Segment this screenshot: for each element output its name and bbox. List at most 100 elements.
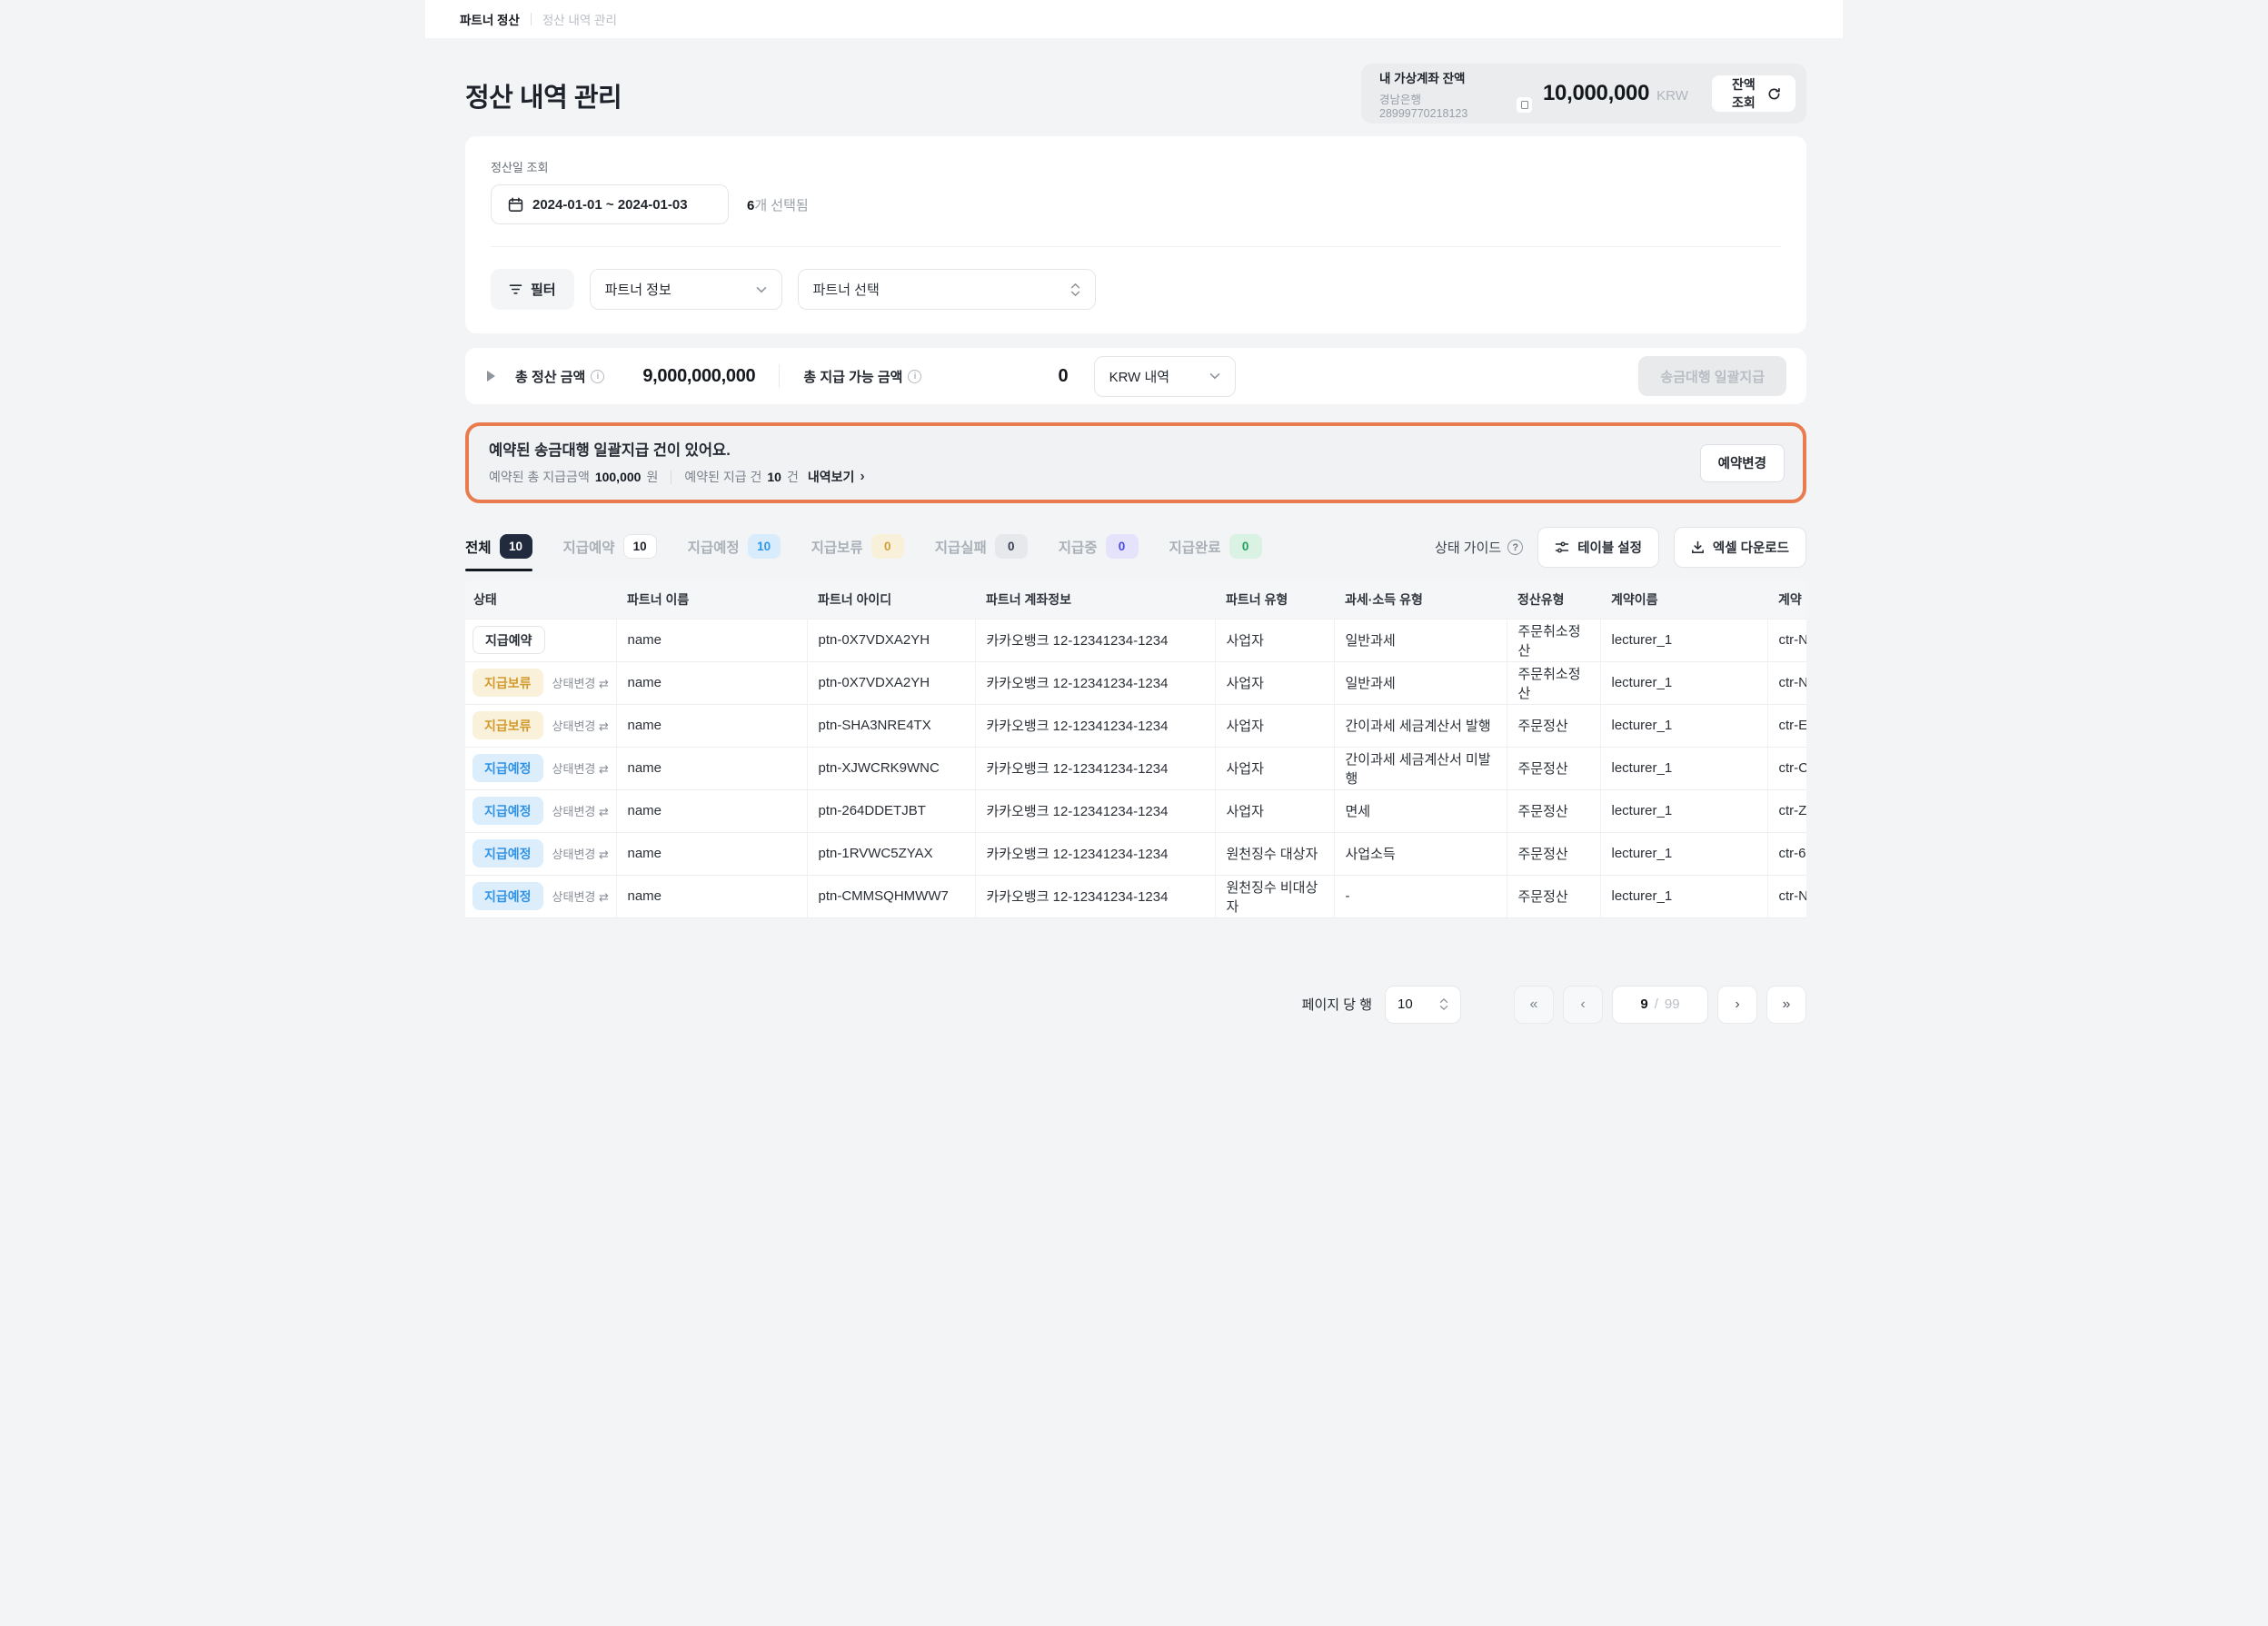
settle-type-cell: 주문정산	[1507, 747, 1600, 789]
settlement-date-label: 정산일 조회	[491, 158, 1781, 175]
current-page: 9	[1640, 996, 1647, 1012]
contract-id-cell: ctr-N	[1767, 661, 1806, 704]
tab-count-badge: 0	[1106, 534, 1139, 559]
tab-count-badge: 0	[1229, 534, 1262, 559]
partner-select-dropdown[interactable]: 파트너 선택	[798, 269, 1096, 310]
partner-id-cell: ptn-CMMSQHMWW7	[807, 875, 975, 917]
col-contract-name: 계약이름	[1600, 580, 1767, 619]
pagination: 페이지 당 행 10 « ‹ 9 / 99 › »	[465, 986, 1806, 1024]
settle-type-cell: 주문취소정산	[1507, 661, 1600, 704]
partner-name-cell: name	[616, 789, 807, 832]
top-bar: 파트너 정산 정산 내역 관리	[425, 0, 1843, 38]
total-pages: 99	[1665, 996, 1680, 1012]
table-settings-button[interactable]: 테이블 설정	[1537, 527, 1659, 568]
breadcrumb-section[interactable]: 파트너 정산	[460, 10, 520, 28]
partner-id-cell: ptn-264DDETJBT	[807, 789, 975, 832]
partner-name-cell: name	[616, 704, 807, 747]
currency-history-dropdown[interactable]: KRW 내역	[1094, 356, 1236, 397]
settlement-table: 상태 파트너 이름 파트너 아이디 파트너 계좌정보 파트너 유형 과세·소득 …	[465, 580, 1806, 918]
prev-page-button[interactable]: ‹	[1563, 986, 1603, 1024]
reserved-count-unit: 건	[787, 468, 799, 486]
reserved-amount-label: 예약된 총 지급금액	[489, 468, 590, 486]
download-icon	[1691, 540, 1705, 554]
status-change-link[interactable]: 상태변경 ⇄	[552, 802, 609, 819]
tab-payment-scheduled[interactable]: 지급예정 10	[688, 534, 781, 571]
status-change-link[interactable]: 상태변경 ⇄	[552, 845, 609, 862]
contract-id-cell: ctr-C	[1767, 747, 1806, 789]
bulk-transfer-button[interactable]: 송금대행 일괄지급	[1638, 356, 1786, 396]
tab-payment-in-progress[interactable]: 지급중 0	[1059, 534, 1139, 571]
filter-button[interactable]: 필터	[491, 269, 574, 310]
account-cell: 카카오뱅크 12-12341234-1234	[975, 832, 1215, 875]
settle-type-cell: 주문정산	[1507, 704, 1600, 747]
tab-payment-complete[interactable]: 지급완료 0	[1169, 534, 1262, 571]
partner-name-cell: name	[616, 619, 807, 661]
col-tax-type: 과세·소득 유형	[1334, 580, 1507, 619]
chevron-updown-icon	[1070, 283, 1080, 297]
status-badge: 지급예정	[472, 754, 543, 782]
tab-payment-hold[interactable]: 지급보류 0	[811, 534, 904, 571]
table-row: 지급예약 name ptn-0X7VDXA2YH 카카오뱅크 12-123412…	[465, 619, 1806, 661]
partner-name-cell: name	[616, 661, 807, 704]
partner-id-cell: ptn-SHA3NRE4TX	[807, 704, 975, 747]
status-change-link[interactable]: 상태변경 ⇄	[552, 759, 609, 777]
partner-id-cell: ptn-0X7VDXA2YH	[807, 619, 975, 661]
view-details-link[interactable]: 내역보기›	[808, 468, 865, 486]
reserved-amount-unit: 원	[646, 468, 658, 486]
contract-name-cell: lecturer_1	[1600, 747, 1767, 789]
swap-icon: ⇄	[599, 805, 609, 818]
tax-type-cell: 일반과세	[1334, 661, 1507, 704]
chevron-right-icon: ›	[860, 469, 864, 485]
chevron-down-icon	[1209, 372, 1220, 380]
partner-type-cell: 원천징수 비대상자	[1215, 875, 1334, 917]
contract-id-cell: ctr-Z	[1767, 789, 1806, 832]
excel-download-button[interactable]: 엑셀 다운로드	[1674, 527, 1806, 568]
tax-type-cell: -	[1334, 875, 1507, 917]
balance-check-button[interactable]: 잔액조회	[1712, 75, 1796, 112]
account-cell: 카카오뱅크 12-12341234-1234	[975, 789, 1215, 832]
last-page-button[interactable]: »	[1766, 986, 1806, 1024]
selected-count: 6개 선택됨	[747, 195, 809, 214]
partner-name-cell: name	[616, 747, 807, 789]
status-change-link[interactable]: 상태변경 ⇄	[552, 674, 609, 691]
table-controls: 상태 가이드 ? 테이블 설정 엑셀 다운로드	[1435, 527, 1806, 579]
contract-id-cell: ctr-N	[1767, 875, 1806, 917]
balance-label: 내 가상계좌 잔액	[1379, 68, 1532, 86]
col-partner-id: 파트너 아이디	[807, 580, 975, 619]
status-badge: 지급예정	[472, 797, 543, 825]
balance-bank-account: 경남은행 28999770218123	[1379, 90, 1512, 120]
partner-type-cell: 사업자	[1215, 661, 1334, 704]
tax-type-cell: 간이과세 세금계산서 발행	[1334, 704, 1507, 747]
copy-icon[interactable]	[1517, 97, 1532, 113]
first-page-button[interactable]: «	[1514, 986, 1554, 1024]
partner-info-dropdown[interactable]: 파트너 정보	[590, 269, 782, 310]
expand-caret-icon[interactable]	[487, 371, 495, 382]
tab-count-badge: 10	[500, 534, 532, 559]
col-contract-id: 계약	[1767, 580, 1806, 619]
rows-per-page-select[interactable]: 10	[1385, 986, 1461, 1024]
filter-card: 정산일 조회 2024-01-01 ~ 2024-01-03 6개 선택됨	[465, 136, 1806, 333]
total-settlement-value: 9,000,000,000	[642, 366, 755, 387]
tax-type-cell: 사업소득	[1334, 832, 1507, 875]
tab-all[interactable]: 전체 10	[465, 534, 532, 571]
filter-icon	[509, 283, 522, 295]
info-icon[interactable]: i	[591, 370, 604, 383]
next-page-button[interactable]: ›	[1717, 986, 1757, 1024]
partner-type-cell: 사업자	[1215, 619, 1334, 661]
date-range-picker[interactable]: 2024-01-01 ~ 2024-01-03	[491, 184, 729, 224]
status-badge: 지급예정	[472, 839, 543, 868]
status-change-link[interactable]: 상태변경 ⇄	[552, 887, 609, 905]
page-indicator[interactable]: 9 / 99	[1612, 986, 1708, 1024]
question-icon: ?	[1507, 540, 1523, 555]
banner-detail: 예약된 총 지급금액 100,000 원 예약된 지급 건 10 건 내역보기›	[489, 468, 1783, 486]
status-change-link[interactable]: 상태변경 ⇄	[552, 717, 609, 734]
table-row: 지급보류 상태변경 ⇄ name ptn-0X7VDXA2YH 카카오뱅크 12…	[465, 661, 1806, 704]
change-reservation-button[interactable]: 예약변경	[1700, 444, 1785, 482]
status-badge: 지급예약	[472, 626, 545, 654]
status-guide-link[interactable]: 상태 가이드 ?	[1435, 538, 1523, 557]
tab-count-badge: 0	[995, 534, 1028, 559]
tab-payment-reserved[interactable]: 지급예약 10	[563, 534, 657, 571]
account-cell: 카카오뱅크 12-12341234-1234	[975, 704, 1215, 747]
tab-payment-failed[interactable]: 지급실패 0	[935, 534, 1028, 571]
info-icon[interactable]: i	[908, 370, 921, 383]
